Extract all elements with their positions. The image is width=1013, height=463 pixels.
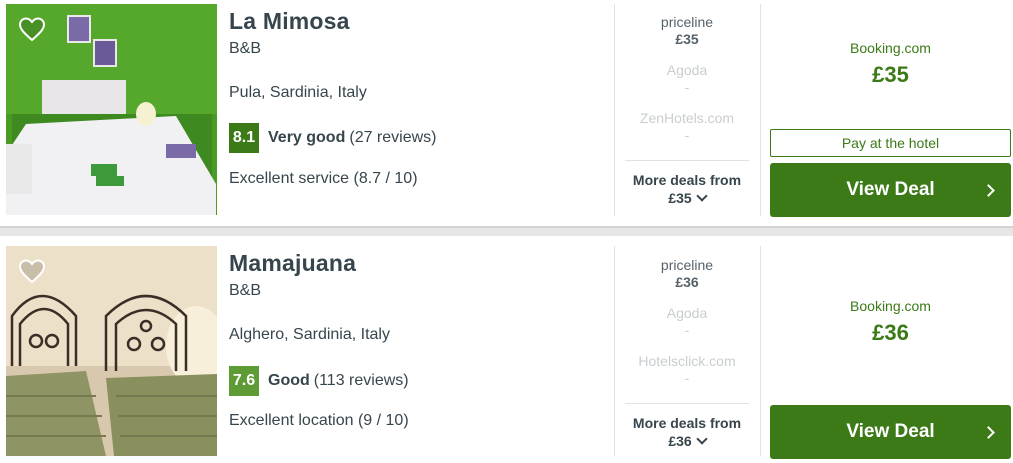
hotel-photo[interactable] (6, 246, 217, 456)
best-deal-price[interactable]: £35 (770, 62, 1011, 88)
view-deal-button[interactable]: View Deal (770, 405, 1011, 459)
best-deal-provider[interactable]: Booking.com (770, 298, 1011, 314)
provider-price-priceline[interactable]: priceline £36 (625, 247, 749, 295)
hotel-location[interactable]: Pula, Sardinia, Italy (229, 84, 367, 102)
chevron-down-icon (696, 190, 708, 202)
hotel-photo[interactable] (6, 4, 217, 215)
review-count: (27 reviews) (349, 129, 437, 146)
best-deal-provider[interactable]: Booking.com (770, 40, 1011, 56)
provider-price-agoda: Agoda - (625, 52, 749, 100)
heart-icon[interactable] (18, 258, 46, 284)
heart-icon[interactable] (18, 16, 46, 42)
more-deals-toggle[interactable]: More deals from £35 (625, 160, 749, 207)
view-deal-label: View Deal (846, 179, 935, 200)
divider (614, 4, 615, 216)
hotel-card-la-mimosa: La Mimosa B&B Pula, Sardinia, Italy 8.1 … (0, 0, 1013, 222)
provider-price: - (684, 79, 690, 95)
view-deal-label: View Deal (846, 421, 935, 442)
provider-price: - (684, 127, 690, 143)
provider-name: ZenHotels.com (639, 110, 735, 126)
rating-subscore: Excellent location (9 / 10) (229, 412, 409, 429)
rating-label: Good (268, 372, 310, 389)
provider-price: £35 (675, 31, 699, 47)
rating-score-badge: 7.6 (229, 366, 259, 396)
property-type: B&B (229, 40, 262, 57)
more-deals-label: More deals from (632, 172, 742, 188)
hotel-name[interactable]: La Mimosa (229, 8, 350, 35)
card-separator (0, 226, 1013, 236)
provider-name: Hotelsclick.com (638, 353, 736, 369)
property-type: B&B (229, 282, 262, 299)
hotel-location[interactable]: Alghero, Sardinia, Italy (229, 326, 390, 344)
divider (760, 4, 761, 216)
more-deals-label: More deals from (632, 415, 742, 431)
chevron-right-icon (982, 184, 995, 197)
hotel-name[interactable]: Mamajuana (229, 250, 356, 277)
provider-price: £36 (675, 274, 699, 290)
provider-name: Agoda (666, 62, 708, 78)
provider-price: - (684, 370, 690, 386)
chevron-right-icon (982, 426, 995, 439)
more-deals-toggle[interactable]: More deals from £36 (625, 403, 749, 450)
provider-price-zenhotels: ZenHotels.com - (625, 100, 749, 148)
review-count: (113 reviews) (313, 372, 409, 389)
rating-score-badge: 8.1 (229, 123, 259, 153)
rating-label: Very good (268, 129, 346, 146)
more-deals-price: £35 (668, 190, 692, 206)
best-deal-price[interactable]: £36 (770, 320, 1011, 346)
provider-name: priceline (660, 14, 714, 30)
provider-price: - (684, 322, 690, 338)
provider-price-list: priceline £36 Agoda - Hotelsclick.com - (625, 247, 749, 391)
provider-name: priceline (660, 257, 714, 273)
provider-price-hotelsclick: Hotelsclick.com - (625, 343, 749, 391)
pay-at-hotel-badge: Pay at the hotel (770, 129, 1011, 157)
view-deal-button[interactable]: View Deal (770, 163, 1011, 217)
rating-subscore: Excellent service (8.7 / 10) (229, 170, 418, 187)
provider-name: Agoda (666, 305, 708, 321)
rating-row[interactable]: 7.6 Good (113 reviews) (229, 366, 409, 396)
provider-price-priceline[interactable]: priceline £35 (625, 4, 749, 52)
divider (614, 246, 615, 456)
provider-price-list: priceline £35 Agoda - ZenHotels.com - (625, 4, 749, 148)
divider (760, 246, 761, 456)
more-deals-price: £36 (668, 433, 692, 449)
rating-row[interactable]: 8.1 Very good (27 reviews) (229, 123, 437, 153)
hotel-card-mamajuana: Mamajuana B&B Alghero, Sardinia, Italy 7… (0, 236, 1013, 459)
provider-price-agoda: Agoda - (625, 295, 749, 343)
chevron-down-icon (696, 433, 708, 445)
